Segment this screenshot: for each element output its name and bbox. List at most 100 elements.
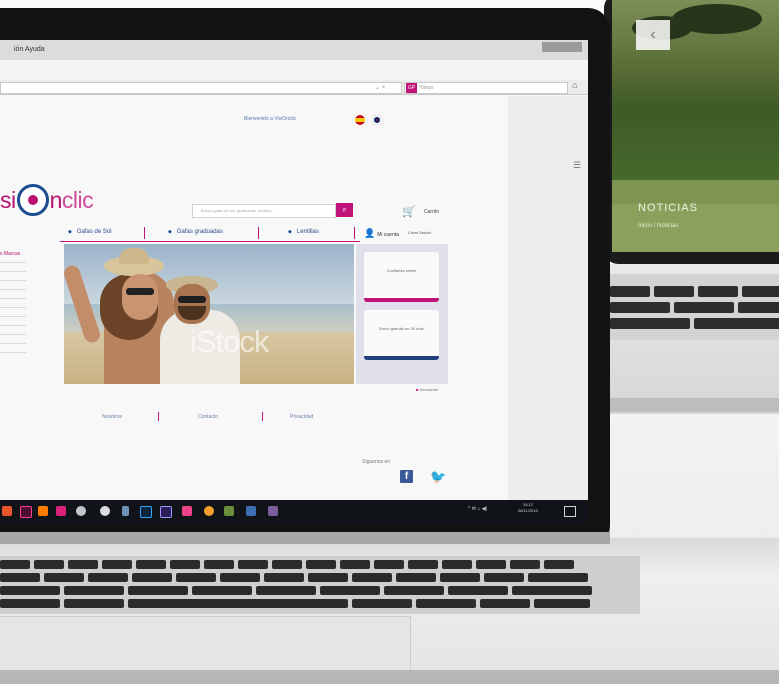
logo-prefix: si — [0, 187, 16, 213]
key — [176, 573, 216, 582]
sidebar-item[interactable] — [0, 280, 26, 281]
key — [416, 599, 476, 608]
nav-item-contact-lenses[interactable]: Lentillas — [288, 229, 319, 235]
key — [0, 560, 30, 569]
sidebar-item[interactable] — [0, 334, 26, 335]
nav-separator — [258, 227, 259, 239]
sidebar-item[interactable] — [0, 343, 26, 344]
sidebar-item[interactable] — [0, 352, 26, 353]
browser-search-input[interactable]: GP Yahoo — [404, 82, 568, 94]
app-icon[interactable] — [76, 506, 86, 516]
promo-trust-card[interactable]: Confianza online — [364, 252, 439, 302]
url-controls[interactable]: ⌄ × — [375, 84, 385, 91]
footer-separator — [158, 412, 159, 421]
cart-icon[interactable]: 🛒 — [402, 205, 416, 218]
newsletter-link[interactable]: Newsletter — [416, 387, 439, 392]
home-icon[interactable]: ⌂ — [572, 80, 577, 90]
login-link[interactable]: Crear Sesión — [408, 230, 431, 235]
welcome-text: Bienvenido a VisiOnclic — [244, 116, 297, 122]
sidebar-item[interactable] — [0, 316, 26, 317]
url-input[interactable]: ⌄ × — [0, 82, 402, 94]
landscape-photo: ‹ — [612, 0, 779, 180]
stock-watermark: iStock — [190, 324, 269, 359]
key — [674, 302, 734, 313]
app-icon[interactable] — [224, 506, 234, 516]
nav-item-prescription-glasses[interactable]: Gafas graduadas — [168, 229, 223, 235]
key — [742, 286, 779, 297]
sidebar-item[interactable] — [0, 307, 26, 308]
key — [440, 573, 480, 582]
app-icon[interactable] — [56, 506, 66, 516]
cart-label[interactable]: Carrito — [424, 209, 439, 215]
clock[interactable]: 15:12 08/11/2016 — [518, 502, 538, 514]
sidebar-item[interactable] — [0, 298, 26, 299]
app-icon[interactable] — [2, 506, 12, 516]
key — [192, 586, 252, 595]
uk-flag-icon[interactable] — [372, 115, 382, 125]
address-bar: ⌄ × GP Yahoo ⌂ — [0, 80, 588, 95]
key — [306, 560, 336, 569]
indesign-icon[interactable] — [20, 506, 32, 518]
chrome-icon[interactable] — [100, 506, 110, 516]
sunglasses — [178, 296, 206, 303]
app-icon[interactable] — [182, 506, 192, 516]
key — [132, 573, 172, 582]
key — [442, 560, 472, 569]
footer-link-privacy[interactable]: Privacidad — [290, 414, 313, 420]
laptop-front-edge — [0, 670, 779, 684]
key — [34, 560, 64, 569]
sunglasses — [126, 288, 154, 295]
app-icon[interactable] — [122, 506, 129, 516]
site-search-input[interactable]: Busca gafas de sol, graduadas, lentillas… — [192, 204, 336, 218]
spacebar-key — [128, 599, 348, 608]
app-icon[interactable] — [204, 506, 214, 516]
key — [136, 560, 166, 569]
key — [68, 560, 98, 569]
window-controls[interactable] — [542, 42, 582, 52]
promo-column: Confianza online Envío gratuito en 30 dí… — [356, 244, 448, 384]
site-logo[interactable]: si nclic — [0, 184, 94, 216]
facebook-icon[interactable]: f — [400, 470, 413, 483]
footer-link-about[interactable]: Nosotros — [102, 414, 122, 420]
breadcrumb[interactable]: Inicio / Noticias — [638, 223, 678, 229]
search-engine-icon[interactable]: GP — [406, 83, 418, 93]
key — [484, 573, 524, 582]
illustrator-icon[interactable] — [38, 506, 48, 516]
key — [272, 560, 302, 569]
nav-separator — [144, 227, 145, 239]
footer-link-contact[interactable]: Contacto — [198, 414, 218, 420]
system-tray[interactable]: ^ ✉ ⌂ ◀) — [468, 506, 487, 512]
key — [352, 573, 392, 582]
app-icon[interactable] — [246, 506, 256, 516]
premiere-icon[interactable] — [160, 506, 172, 518]
site-search-button[interactable]: ⌕ — [336, 203, 353, 217]
notification-icon[interactable] — [564, 506, 576, 517]
sidebar-item[interactable] — [0, 271, 26, 272]
key — [256, 586, 316, 595]
key — [220, 573, 260, 582]
nav-item-sun-glasses[interactable]: Gafas de Sol — [68, 229, 112, 235]
nav-underline — [60, 241, 360, 242]
spanish-flag-icon[interactable] — [355, 115, 365, 125]
eye-logo-icon — [16, 184, 49, 216]
key — [64, 586, 124, 595]
key — [512, 586, 592, 595]
promo-accent-bar — [364, 356, 439, 360]
photoshop-icon[interactable] — [140, 506, 152, 518]
app-icon[interactable] — [268, 506, 278, 516]
carousel-back-button[interactable]: ‹ — [636, 20, 670, 50]
account-link[interactable]: 👤 Mi cuenta — [364, 228, 399, 239]
sidebar-item[interactable] — [0, 289, 26, 290]
user-icon: 👤 — [364, 228, 376, 238]
key — [694, 318, 779, 329]
sidebar-item[interactable] — [0, 325, 26, 326]
hero-banner[interactable]: iStock — [64, 244, 354, 384]
twitter-icon[interactable]: 🐦 — [430, 469, 446, 485]
sidebar-item[interactable] — [0, 262, 26, 263]
menu-grid-icon[interactable]: ☰ — [573, 160, 581, 171]
promo-shipping-card[interactable]: Envío gratuito en 30 días — [364, 310, 439, 360]
menu-item[interactable]: ión Ayuda — [14, 46, 45, 53]
key — [340, 560, 370, 569]
key — [320, 586, 380, 595]
key — [170, 560, 200, 569]
